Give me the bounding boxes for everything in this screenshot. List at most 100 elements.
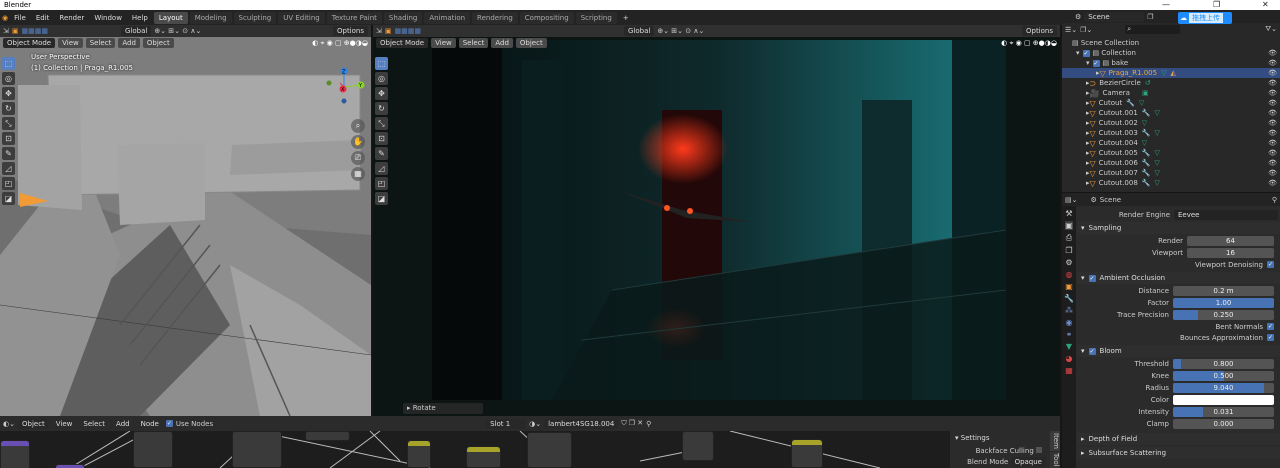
transform-pivot-icon[interactable]: ⇲	[376, 27, 382, 35]
eye-icon[interactable]: 👁	[1268, 129, 1277, 137]
view-layer-tab-icon[interactable]: ❐	[1065, 246, 1072, 255]
scale-tool-icon[interactable]: ⤡	[2, 117, 15, 130]
bloom-clamp-field[interactable]: 0.000	[1173, 418, 1274, 429]
use-nodes-checkbox[interactable]: ✓	[165, 420, 173, 427]
texture-tab-icon[interactable]: ▦	[1065, 366, 1073, 375]
mix-node[interactable]	[791, 439, 823, 468]
eye-icon[interactable]: 👁	[1268, 179, 1277, 187]
cursor-tool-icon[interactable]: ◎	[375, 72, 388, 85]
tab-animation[interactable]: Animation	[424, 11, 471, 24]
shading-mode-icons[interactable]: ◐ ⌖ ◉ ▢ ⊕●◑◒	[312, 39, 368, 48]
tab-texture-paint[interactable]: Texture Paint	[326, 11, 382, 24]
sampling-section[interactable]: ▾ Sampling	[1077, 222, 1280, 234]
selection-mode-icons[interactable]: ▦▦▦▦	[22, 27, 48, 35]
eye-icon[interactable]: 👁	[1268, 169, 1277, 177]
tab-scripting[interactable]: Scripting	[575, 11, 617, 24]
editor-type-icon[interactable]: ◐⌄	[3, 420, 15, 428]
eye-icon[interactable]: 👁	[1268, 159, 1277, 167]
add-workspace-button[interactable]: +	[619, 13, 633, 23]
constraints-tab-icon[interactable]: ⚭	[1066, 330, 1073, 339]
mix-node[interactable]	[682, 431, 714, 461]
list-item[interactable]: ▸ ▽ Cutout.001 🔧 ▽ 👁	[1062, 108, 1280, 118]
menu-edit[interactable]: Edit	[32, 13, 54, 23]
select-menu[interactable]: Select	[85, 38, 116, 48]
list-item[interactable]: ▸ ▽ Cutout.003 🔧 ▽ 👁	[1062, 128, 1280, 138]
settings-section[interactable]: ▾ Settings	[950, 431, 1060, 445]
move-tool-icon[interactable]: ✥	[375, 87, 388, 100]
filter-icon-left[interactable]: ❐⌄	[1080, 26, 1092, 34]
measure-tool-icon[interactable]: ◿	[2, 162, 15, 175]
extrude-tool-icon[interactable]: ◪	[2, 192, 15, 205]
bloom-threshold-slider[interactable]: 0.800	[1173, 358, 1274, 369]
select-box-icon[interactable]: ▣	[385, 27, 392, 35]
list-item[interactable]: ▸ ▽ Cutout.005 🔧 ▽ 👁	[1062, 148, 1280, 158]
perspective-grid-icon[interactable]: ▦	[351, 167, 365, 181]
bloom-intensity-slider[interactable]: 0.031	[1173, 406, 1274, 417]
eye-icon[interactable]: 👁	[1268, 89, 1277, 97]
list-item[interactable]: ▸ ▽ Cutout.006 🔧 ▽ 👁	[1062, 158, 1280, 168]
add-cube-tool-icon[interactable]: ◰	[2, 177, 15, 190]
checkbox[interactable]: ✓	[1267, 334, 1274, 341]
bloom-radius-slider[interactable]: 9.040	[1173, 382, 1274, 393]
mode-dropdown[interactable]: Object Mode	[3, 38, 56, 48]
transform-tool-icon[interactable]: ⊡	[2, 132, 15, 145]
tab-sculpting[interactable]: Sculpting	[233, 11, 277, 24]
view-menu[interactable]: View	[58, 38, 83, 48]
data-tab-icon[interactable]: ▼	[1066, 342, 1072, 351]
scene-collection-row[interactable]: ▤ Scene Collection	[1062, 38, 1280, 48]
eye-icon[interactable]: 👁	[1268, 49, 1277, 57]
particles-tab-icon[interactable]: ⁂	[1065, 306, 1073, 315]
depth-of-field-section[interactable]: ▸ Depth of Field	[1077, 433, 1280, 445]
tab-uv-editing[interactable]: UV Editing	[278, 11, 325, 24]
tab-compositing[interactable]: Compositing	[519, 11, 574, 24]
display-mode-icon[interactable]: ☰⌄	[1065, 26, 1077, 34]
transform-tool-icon[interactable]: ⊡	[375, 132, 388, 145]
list-item[interactable]: ▸ ▽ Cutout.002 ▽ 👁	[1062, 118, 1280, 128]
transform-orientation-dropdown[interactable]: Global	[623, 26, 655, 36]
select-box-icon[interactable]: ▣	[12, 27, 19, 35]
list-item[interactable]: ▸ ▽ Cutout.008 🔧 ▽ 👁	[1062, 178, 1280, 188]
material-name-field[interactable]: lambert4SG18.004	[544, 418, 619, 429]
editor-type-icon[interactable]: ▤⌄	[1065, 196, 1077, 204]
ao-factor-slider[interactable]: 1.00	[1173, 297, 1274, 308]
viewport-right[interactable]: ⇲ ▣ ▦▦▦▦ Global ⊕⌄ ⊞⌄ ⊙ ∧⌄ Options Objec…	[373, 25, 1060, 416]
object-menu[interactable]: Object	[515, 38, 547, 48]
menu-help[interactable]: Help	[128, 13, 152, 23]
eye-icon[interactable]: 👁	[1268, 69, 1277, 77]
navigation-gizmo[interactable]: Z Y X	[326, 65, 366, 105]
search-input[interactable]: ⌕	[1125, 25, 1181, 34]
material-tab-icon[interactable]: ◕	[1066, 354, 1073, 363]
menu-render[interactable]: Render	[55, 13, 88, 23]
blender-logo-icon[interactable]: ◉	[2, 14, 8, 22]
view-menu[interactable]: View	[431, 38, 456, 48]
transform-pivot-icon[interactable]: ⇲	[3, 27, 9, 35]
options-dropdown[interactable]: Options	[1021, 26, 1057, 36]
list-item[interactable]: ▸ ▽ Cutout 🔧 ▽ 👁	[1062, 98, 1280, 108]
physics-tab-icon[interactable]: ◉	[1066, 318, 1073, 327]
camera-view-icon[interactable]: ⎚	[351, 151, 365, 165]
annotate-tool-icon[interactable]: ✎	[375, 147, 388, 160]
tool-tab-icon[interactable]: ⚒	[1065, 209, 1072, 218]
measure-tool-icon[interactable]: ◿	[375, 162, 388, 175]
extrude-tool-icon[interactable]: ◪	[375, 192, 388, 205]
checkbox[interactable]: ✓	[1267, 323, 1274, 330]
eye-icon[interactable]: 👁	[1268, 79, 1277, 87]
object-tab-icon[interactable]: ▣	[1065, 282, 1073, 291]
eye-icon[interactable]: 👁	[1268, 59, 1277, 67]
render-tab-icon[interactable]: ▣	[1065, 221, 1073, 230]
ambient-occlusion-section[interactable]: ▾ ✓ Ambient Occlusion	[1077, 272, 1280, 284]
node[interactable]	[55, 464, 85, 468]
close-button[interactable]: ✕	[1262, 0, 1269, 10]
world-tab-icon[interactable]: ◍	[1066, 270, 1073, 279]
rotate-tool-icon[interactable]: ↻	[375, 102, 388, 115]
menu-window[interactable]: Window	[90, 13, 126, 23]
view-menu[interactable]: View	[52, 419, 77, 429]
eye-icon[interactable]: 👁	[1268, 109, 1277, 117]
list-item[interactable]: ▸ ▽ Cutout.007 🔧 ▽ 👁	[1062, 168, 1280, 178]
eye-icon[interactable]: 👁	[1268, 149, 1277, 157]
add-cube-tool-icon[interactable]: ◰	[375, 177, 388, 190]
select-menu[interactable]: Select	[458, 38, 489, 48]
add-menu[interactable]: Add	[491, 38, 513, 48]
bloom-knee-slider[interactable]: 0.500	[1173, 370, 1274, 381]
bloom-section[interactable]: ▾ ✓ Bloom	[1077, 345, 1280, 357]
